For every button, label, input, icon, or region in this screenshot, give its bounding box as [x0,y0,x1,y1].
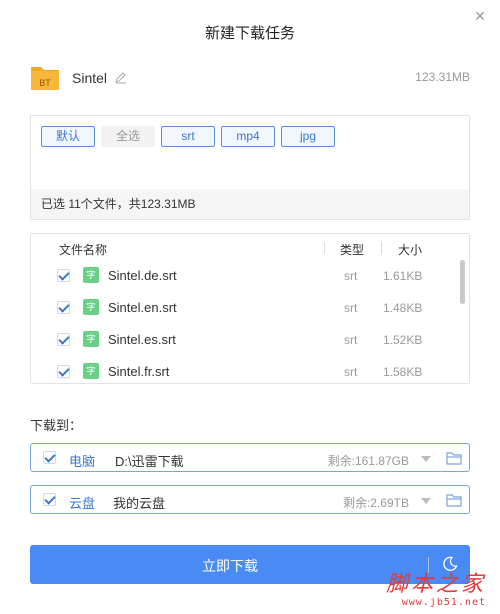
bt-icon-label: BT [39,78,51,88]
download-to-label: 下载到： [30,418,83,433]
file-checkbox[interactable] [57,269,70,282]
destination-local-path[interactable]: D:\迅雷下载 [115,451,184,470]
chevron-down-icon[interactable] [421,456,431,462]
file-size: 1.58KB [383,365,423,379]
filter-default-button[interactable]: 默认 [41,126,95,147]
destination-local-free-space: 剩余:161.87GB [327,454,409,468]
filter-mp4-button[interactable]: mp4 [221,126,275,147]
watermark-logo: 脚本之家 [385,572,486,597]
file-type: srt [344,301,358,315]
folder-icon[interactable] [446,451,462,465]
subtitle-file-icon: 字 [83,331,99,347]
dialog-title: 新建下载任务 [204,25,295,42]
destination-local[interactable]: 电脑 D:\迅雷下载 剩余:161.87GB [30,443,470,472]
destination-cloud-path[interactable]: 我的云盘 [113,493,165,512]
column-divider [324,242,325,254]
destination-local-checkbox[interactable] [43,451,56,464]
filter-jpg-button[interactable]: jpg [281,126,335,147]
file-row[interactable]: 字 Sintel.de.srt srt 1.61KB [31,260,461,292]
column-header-type[interactable]: 类型 [340,241,364,258]
file-name: Sintel.en.srt [108,300,177,315]
column-header-name[interactable]: 文件名称 [59,241,107,258]
file-list-scrollbar[interactable] [460,260,465,304]
file-size: 1.52KB [383,333,423,347]
filter-srt-button[interactable]: srt [161,126,215,147]
file-name: Sintel.es.srt [108,332,176,347]
column-header-size[interactable]: 大小 [398,241,422,258]
task-size: 123.31MB [415,70,470,84]
file-type: srt [344,269,358,283]
file-row[interactable]: 字 Sintel.fr.srt srt 1.58KB [31,356,461,383]
file-size: 1.61KB [383,269,423,283]
subtitle-file-icon: 字 [83,299,99,315]
destination-local-name: 电脑 [69,454,96,469]
file-filter-panel: 默认 全选 srt mp4 jpg 已选 11个文件，共123.31MB [30,115,470,220]
chevron-down-icon[interactable] [421,498,431,504]
file-name: Sintel.de.srt [108,268,177,283]
file-name: Sintel.fr.srt [108,364,170,379]
select-all-button[interactable]: 全选 [101,126,155,147]
file-list: 文件名称 类型 大小 字 Sintel.de.srt srt 1.61KB 字 … [30,233,470,384]
file-checkbox[interactable] [57,333,70,346]
file-checkbox[interactable] [57,365,70,378]
file-row[interactable]: 字 Sintel.es.srt srt 1.52KB [31,324,461,356]
subtitle-file-icon: 字 [83,363,99,379]
file-type: srt [344,333,358,347]
destination-cloud-free-space: 剩余:2.69TB [342,496,409,510]
file-type: srt [344,365,358,379]
start-download-label: 立即下载 [202,558,258,574]
file-row[interactable]: 字 Sintel.en.srt srt 1.48KB [31,292,461,324]
watermark-url: www.jb51.net [401,597,486,608]
file-size: 1.48KB [383,301,423,315]
destination-cloud[interactable]: 云盘 我的云盘 剩余:2.69TB [30,485,470,514]
task-name: Sintel [72,70,108,86]
subtitle-file-icon: 字 [83,267,99,283]
task-header: BT Sintel 123.31MB [30,62,470,94]
file-checkbox[interactable] [57,301,70,314]
destination-cloud-checkbox[interactable] [43,493,56,506]
column-divider [381,242,382,254]
folder-icon[interactable] [446,493,462,507]
bt-file-icon: BT [31,67,59,90]
file-list-header: 文件名称 类型 大小 [31,234,469,262]
close-icon[interactable]: ✕ [472,8,488,24]
destination-cloud-name: 云盘 [69,496,96,511]
edit-icon[interactable] [114,70,128,84]
selection-summary: 已选 11个文件，共123.31MB [31,189,469,219]
